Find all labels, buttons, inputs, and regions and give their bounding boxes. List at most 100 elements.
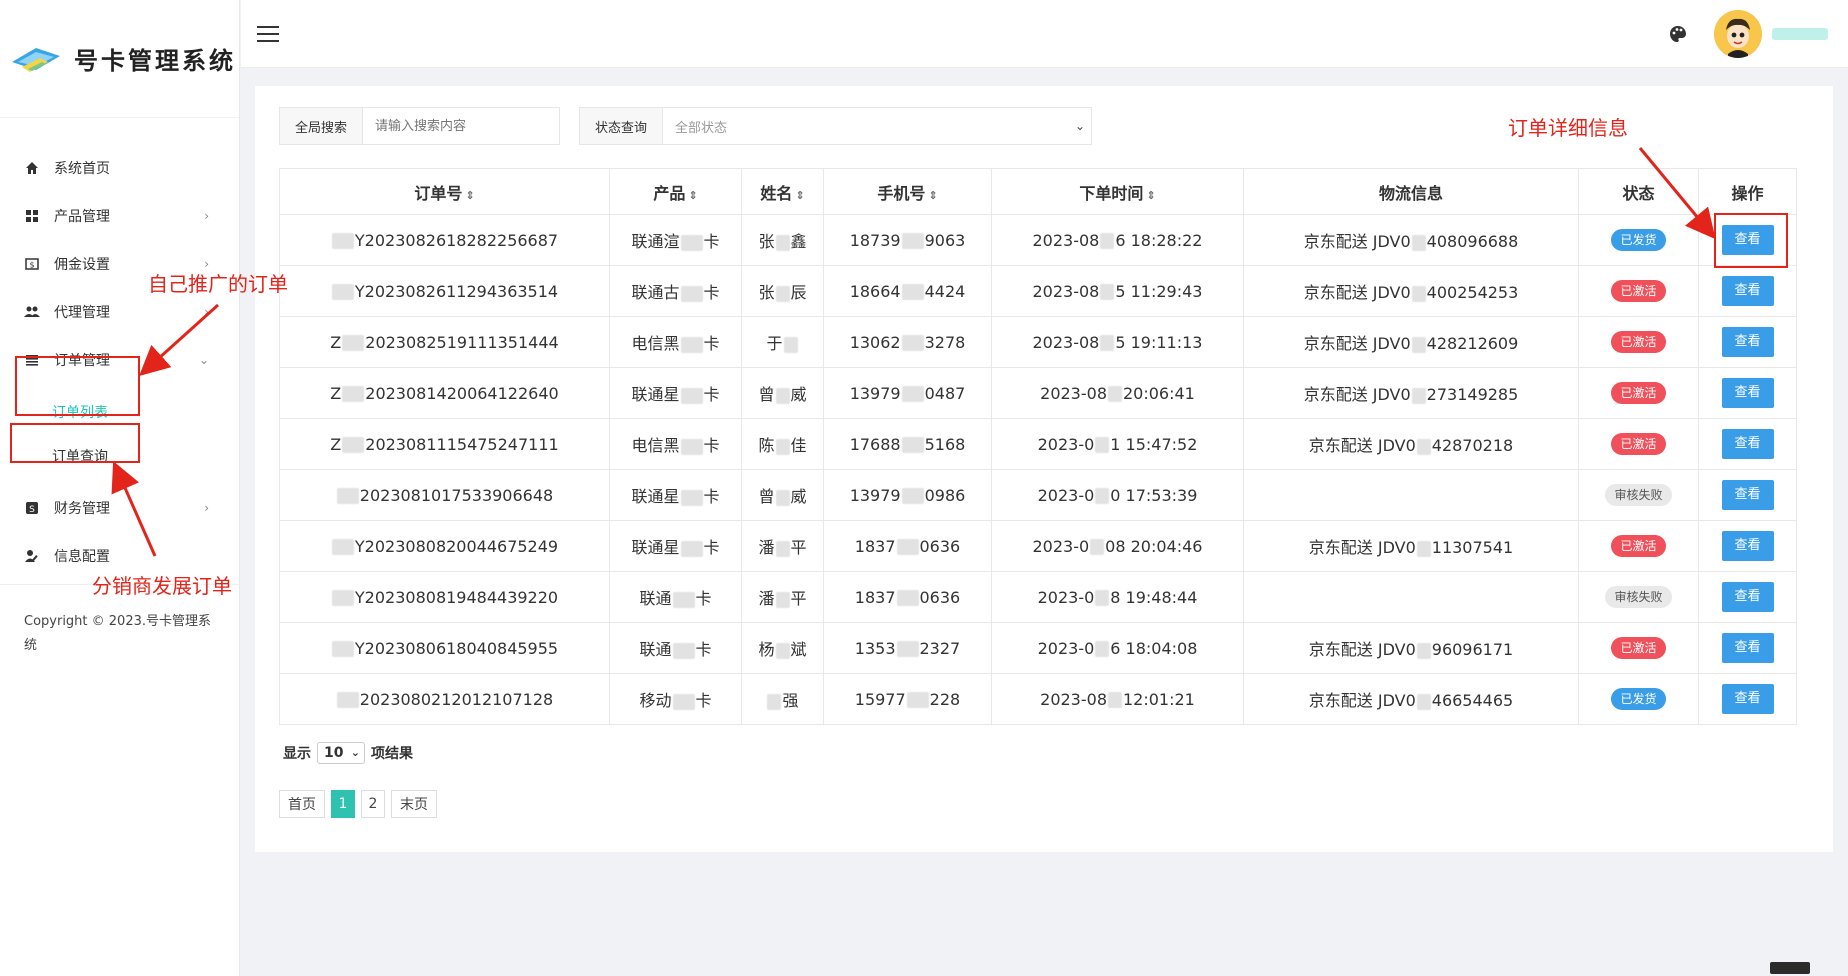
sort-icon: ⇕ <box>795 188 805 202</box>
page-button-2[interactable]: 2 <box>361 790 385 818</box>
cell-order-no: Y2023080819484439220 <box>279 571 610 623</box>
svg-text:$: $ <box>29 261 34 270</box>
status-badge: 已激活 <box>1611 280 1666 302</box>
sort-icon: ⇕ <box>465 188 475 202</box>
redaction-mask <box>1416 540 1431 557</box>
orders-table: 订单号 ⇕ 产品 ⇕ 姓名 ⇕ 手机号 ⇕ 下单时间 ⇕ 物流信息 状态 操作 Y2023… <box>279 168 1797 725</box>
menu-toggle-icon[interactable] <box>257 26 279 42</box>
cell-action: 查看 <box>1698 571 1797 623</box>
annotation-box-view-button <box>1714 213 1788 268</box>
view-button[interactable]: 查看 <box>1721 480 1774 510</box>
redaction-mask <box>672 591 695 608</box>
palette-icon[interactable] <box>1668 24 1688 44</box>
table-row: Y2023080819484439220 联通卡潘平 1837 0636 2023-0 8… <box>279 571 1797 623</box>
cell-product: 联通古卡 <box>609 265 742 317</box>
redaction-mask <box>775 540 790 557</box>
search-input[interactable] <box>363 108 559 144</box>
table-row: Y2023080618040845955 联通卡杨斌 1353 2327 2023-0 6… <box>279 622 1797 674</box>
col-product[interactable]: 产品 ⇕ <box>609 168 742 215</box>
last-page-button[interactable]: 末页 <box>391 790 437 818</box>
cell-product: 移动卡 <box>609 673 742 725</box>
page-size-select[interactable]: 10 ⌄ <box>317 742 365 764</box>
status-badge: 已发货 <box>1611 688 1666 710</box>
redaction-mask <box>331 539 354 555</box>
dollar-icon: $ <box>24 256 40 272</box>
col-action: 操作 <box>1698 168 1797 215</box>
chevron-right-icon: › <box>204 501 209 515</box>
redaction-mask <box>1100 233 1115 249</box>
redaction-mask <box>783 336 798 353</box>
table-row: Z 2023082519111351444 电信黑卡于 13062 3278 2023-0… <box>279 316 1797 368</box>
cell-logistics <box>1243 469 1579 521</box>
table-row: Y2023082618282256687 联通渲卡张鑫 18739 9063 2023-… <box>279 214 1797 266</box>
view-button[interactable]: 查看 <box>1721 276 1774 306</box>
corner-indicator <box>1770 962 1810 974</box>
cell-action: 查看 <box>1698 520 1797 572</box>
cell-product: 联通星卡 <box>609 469 742 521</box>
redaction-mask <box>901 233 924 249</box>
sidebar-item-home[interactable]: 系统首页 <box>0 144 239 192</box>
sidebar-item-products[interactable]: 产品管理 › <box>0 192 239 240</box>
cell-logistics: 京东配送 JDV0 428212609 <box>1243 316 1579 368</box>
sidebar-item-finance[interactable]: S 财务管理 › <box>0 484 239 532</box>
view-button[interactable]: 查看 <box>1721 633 1774 663</box>
redaction-mask <box>1100 284 1115 300</box>
col-name[interactable]: 姓名 ⇕ <box>741 168 824 215</box>
status-badge: 审核失败 <box>1605 484 1672 506</box>
annotation-order-detail: 订单详细信息 <box>1508 116 1628 140</box>
view-button[interactable]: 查看 <box>1721 327 1774 357</box>
chevron-right-icon: › <box>204 209 209 223</box>
redaction-mask <box>775 234 790 251</box>
view-button[interactable]: 查看 <box>1721 531 1774 561</box>
cell-phone: 1353 2327 <box>823 622 992 674</box>
col-order-time[interactable]: 下单时间 ⇕ <box>991 168 1244 215</box>
cell-phone: 13062 3278 <box>823 316 992 368</box>
col-phone[interactable]: 手机号 ⇕ <box>823 168 992 215</box>
redaction-mask <box>896 590 919 606</box>
avatar[interactable] <box>1714 10 1762 58</box>
redaction-mask <box>331 590 354 606</box>
annotation-distributor-orders: 分销商发展订单 <box>92 574 232 598</box>
cell-product: 联通星卡 <box>609 520 742 572</box>
cell-product: 联通卡 <box>609 622 742 674</box>
chevron-down-icon: ⌄ <box>198 353 209 367</box>
page-button-1[interactable]: 1 <box>331 790 355 818</box>
redaction-mask <box>680 234 703 251</box>
redaction-mask <box>680 540 703 557</box>
view-button[interactable]: 查看 <box>1721 378 1774 408</box>
first-page-button[interactable]: 首页 <box>279 790 325 818</box>
status-select[interactable]: 全部状态 ⌄ <box>663 108 1091 144</box>
sidebar: 号卡管理系统 系统首页 产品管理 › $ 佣金设置 › 代理管理 › 订单管理 … <box>0 0 240 976</box>
view-button[interactable]: 查看 <box>1721 429 1774 459</box>
redaction-mask <box>680 336 703 353</box>
cell-action: 查看 <box>1698 469 1797 521</box>
cell-phone: 1837 0636 <box>823 520 992 572</box>
cell-action: 查看 <box>1698 673 1797 725</box>
redaction-mask <box>1095 641 1110 657</box>
cell-order-time: 2023-08 6 18:28:22 <box>991 214 1244 266</box>
redaction-mask <box>896 539 919 555</box>
brand-title: 号卡管理系统 <box>74 46 236 75</box>
sidebar-menu: 系统首页 产品管理 › $ 佣金设置 › 代理管理 › 订单管理 ⌄ 订单列表 … <box>0 118 239 580</box>
status-badge: 已激活 <box>1611 535 1666 557</box>
redaction-mask <box>775 387 790 404</box>
redaction-mask <box>1095 488 1110 504</box>
cell-action: 查看 <box>1698 418 1797 470</box>
result-label: 项结果 <box>371 746 413 762</box>
view-button[interactable]: 查看 <box>1721 684 1774 714</box>
username[interactable] <box>1772 28 1828 40</box>
cell-order-time: 2023-08 5 19:11:13 <box>991 316 1244 368</box>
sidebar-item-label: 佣金设置 <box>54 257 110 273</box>
home-icon <box>24 160 40 176</box>
status-label: 状态查询 <box>580 108 663 144</box>
cell-product: 电信黑卡 <box>609 316 742 368</box>
cell-product: 联通星卡 <box>609 367 742 419</box>
redaction-mask <box>331 641 354 657</box>
cell-order-no: Z 2023081115475247111 <box>279 418 610 470</box>
redaction-mask <box>680 438 703 455</box>
col-order-no[interactable]: 订单号 ⇕ <box>279 168 610 215</box>
redaction-mask <box>775 489 790 506</box>
redaction-mask <box>775 285 790 302</box>
sidebar-item-label: 系统首页 <box>54 161 110 177</box>
view-button[interactable]: 查看 <box>1721 582 1774 612</box>
